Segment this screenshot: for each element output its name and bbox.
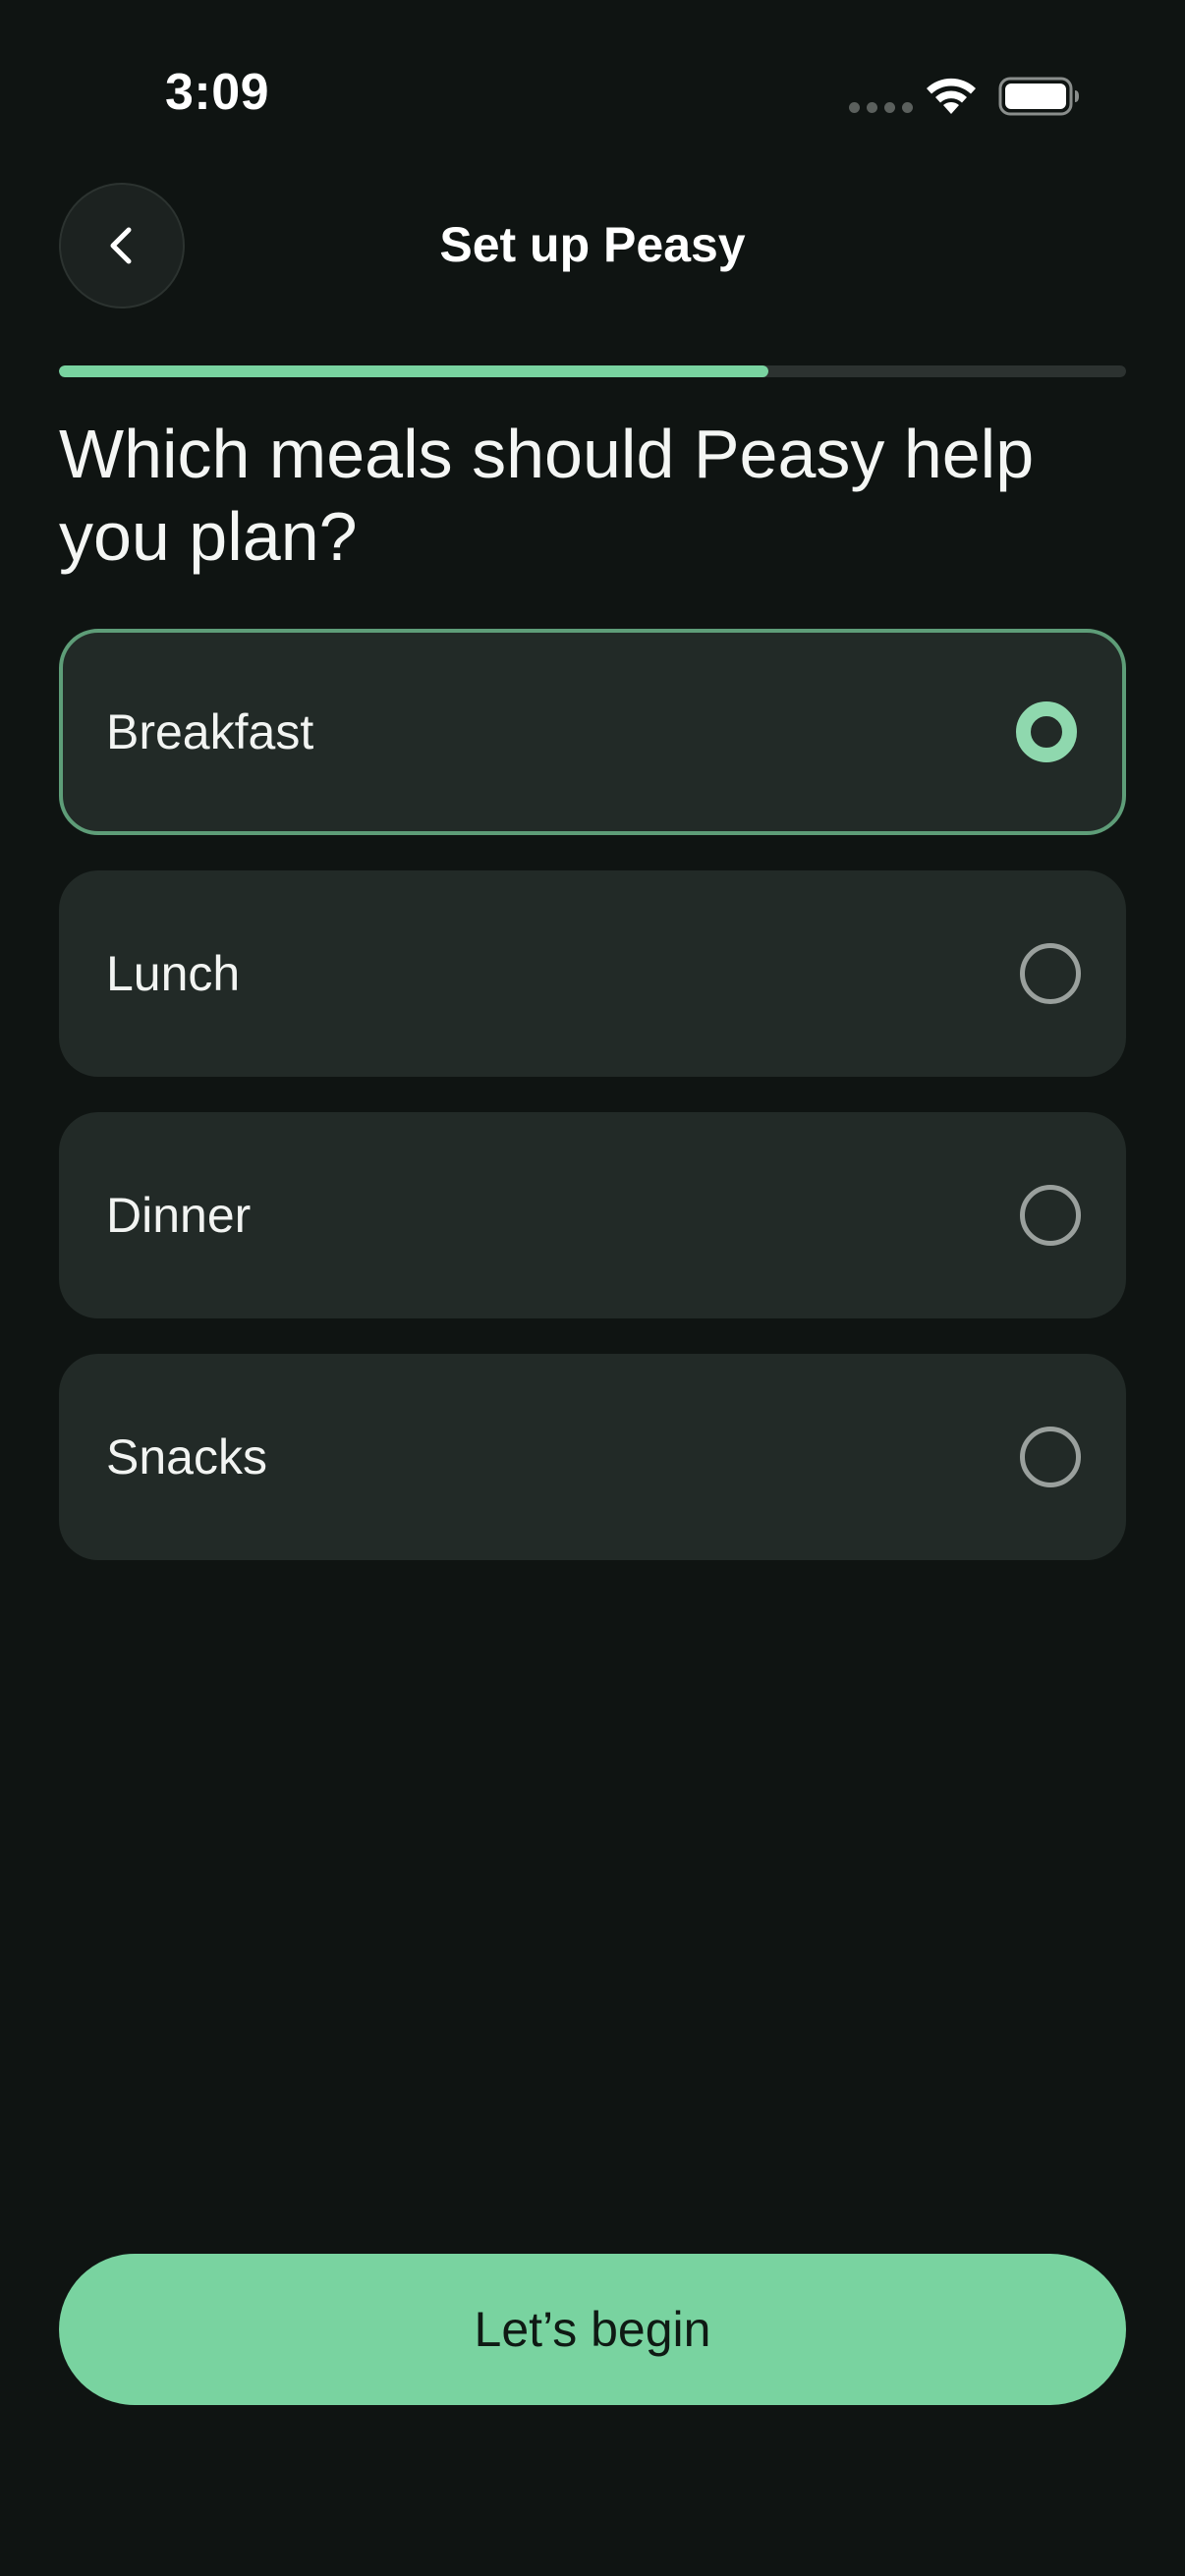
question-heading: Which meals should Peasy help you plan? <box>59 416 1035 575</box>
radio-icon[interactable] <box>1020 943 1081 1004</box>
lets-begin-button[interactable]: Let’s begin <box>59 2254 1126 2405</box>
battery-icon <box>998 77 1079 116</box>
wifi-icon <box>927 78 976 114</box>
status-time: 3:09 <box>165 64 270 121</box>
progress-bar <box>59 365 1126 377</box>
cellular-signal-icon <box>849 102 913 113</box>
option-dinner[interactable]: Dinner <box>59 1112 1126 1318</box>
option-lunch[interactable]: Lunch <box>59 870 1126 1077</box>
radio-icon[interactable] <box>1020 1185 1081 1246</box>
option-label: Breakfast <box>106 704 314 759</box>
option-snacks[interactable]: Snacks <box>59 1354 1126 1560</box>
option-label: Dinner <box>106 1188 252 1243</box>
option-breakfast[interactable]: Breakfast <box>59 629 1126 835</box>
progress-fill <box>59 365 769 377</box>
radio-icon[interactable] <box>1016 701 1077 762</box>
option-label: Snacks <box>106 1429 267 1484</box>
page-title: Set up Peasy <box>439 217 746 272</box>
option-label: Lunch <box>106 946 241 1001</box>
meal-options-list: Breakfast Lunch Dinner Snacks <box>59 629 1126 1596</box>
radio-icon[interactable] <box>1020 1427 1081 1487</box>
status-bar: 3:09 <box>0 0 1185 187</box>
